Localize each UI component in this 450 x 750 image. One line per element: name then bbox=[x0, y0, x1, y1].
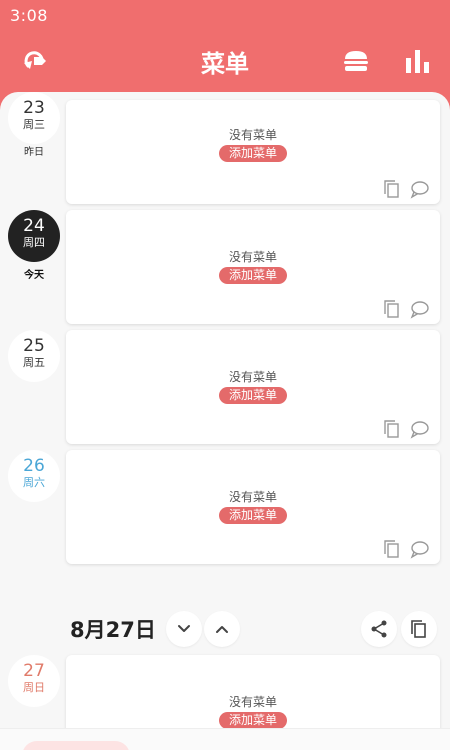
relative-day-label: 昨日 bbox=[24, 147, 44, 158]
empty-menu-text: 没有菜单 bbox=[228, 695, 277, 709]
empty-menu-text: 没有菜单 bbox=[228, 128, 277, 142]
bottom-bar bbox=[0, 728, 450, 750]
copy-icon[interactable] bbox=[382, 179, 402, 199]
menu-card[interactable]: 没有菜单 添加菜单 bbox=[66, 330, 440, 444]
weekday-label: 周日 bbox=[23, 681, 45, 694]
copy-icon[interactable] bbox=[382, 299, 402, 319]
weekday-label: 周四 bbox=[23, 236, 45, 249]
chevron-up-icon bbox=[216, 626, 228, 633]
empty-menu-text: 没有菜单 bbox=[228, 250, 277, 264]
date-circle[interactable]: 25 周五 bbox=[8, 330, 60, 382]
add-menu-button[interactable]: 添加菜单 bbox=[219, 267, 287, 284]
comment-icon[interactable] bbox=[410, 299, 430, 319]
day-number: 26 bbox=[23, 456, 45, 476]
day-number: 23 bbox=[23, 98, 45, 118]
page-title: 菜单 bbox=[201, 50, 249, 78]
empty-menu-text: 没有菜单 bbox=[228, 490, 277, 504]
date-circle-today[interactable]: 24 周四 bbox=[8, 210, 60, 262]
add-menu-button[interactable]: 添加菜单 bbox=[219, 507, 287, 524]
date-circle[interactable]: 23 周三 bbox=[8, 92, 60, 144]
collapse-up-button[interactable] bbox=[204, 611, 240, 647]
menu-card[interactable]: 没有菜单 添加菜单 bbox=[66, 450, 440, 564]
chevron-down-icon bbox=[178, 625, 190, 632]
bar-chart-icon[interactable] bbox=[403, 46, 433, 76]
copy-week-button[interactable] bbox=[401, 611, 437, 647]
share-icon bbox=[371, 620, 387, 638]
copy-icon bbox=[411, 620, 426, 638]
share-button[interactable] bbox=[361, 611, 397, 647]
comment-icon[interactable] bbox=[410, 539, 430, 559]
add-menu-button[interactable]: 添加菜单 bbox=[219, 145, 287, 162]
menu-list[interactable]: 23 周三 昨日 没有菜单 添加菜单 24 周四 今天 没有菜单 添加菜单 25… bbox=[0, 92, 450, 750]
day-number: 25 bbox=[23, 336, 45, 356]
status-time: 3:08 bbox=[10, 6, 48, 25]
add-menu-button[interactable]: 添加菜单 bbox=[219, 712, 287, 729]
relative-day-label: 今天 bbox=[24, 270, 44, 281]
burger-icon[interactable] bbox=[341, 46, 371, 76]
add-menu-button[interactable]: 添加菜单 bbox=[219, 387, 287, 404]
day-number: 24 bbox=[23, 216, 45, 236]
week-date-title: 8月27日 bbox=[70, 618, 156, 642]
weekday-label: 周五 bbox=[23, 356, 45, 369]
day-number: 27 bbox=[23, 661, 45, 681]
expand-down-button[interactable] bbox=[166, 611, 202, 647]
floating-action-pill[interactable] bbox=[22, 741, 130, 750]
weekday-label: 周六 bbox=[23, 476, 45, 489]
comment-icon[interactable] bbox=[410, 419, 430, 439]
weekday-label: 周三 bbox=[23, 118, 45, 131]
copy-icon[interactable] bbox=[382, 419, 402, 439]
comment-icon[interactable] bbox=[410, 179, 430, 199]
copy-icon[interactable] bbox=[382, 539, 402, 559]
date-circle[interactable]: 27 周日 bbox=[8, 655, 60, 707]
menu-card[interactable]: 没有菜单 添加菜单 bbox=[66, 210, 440, 324]
menu-card[interactable]: 没有菜单 添加菜单 bbox=[66, 100, 440, 204]
date-circle[interactable]: 26 周六 bbox=[8, 450, 60, 502]
empty-menu-text: 没有菜单 bbox=[228, 370, 277, 384]
